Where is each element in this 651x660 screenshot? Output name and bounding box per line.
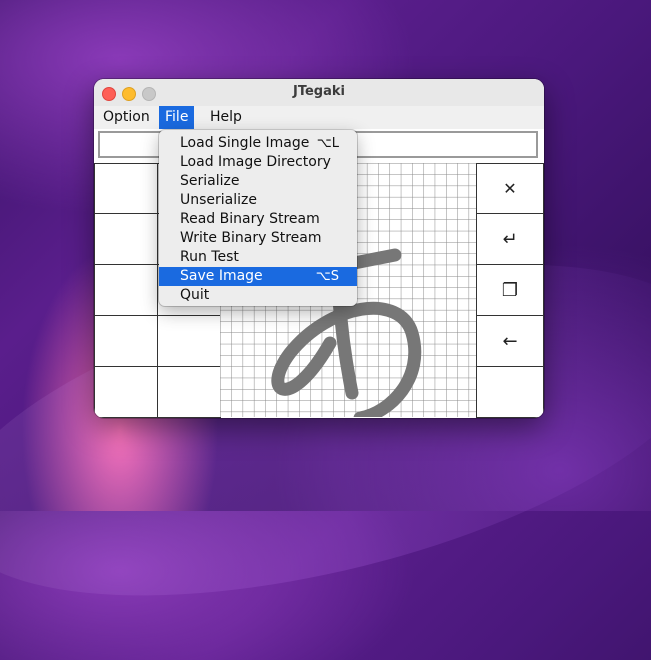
menu-item-quit[interactable]: Quit: [159, 286, 357, 305]
menu-item-label: Quit: [180, 287, 210, 303]
menu-item-save-image[interactable]: Save Image ⌥S: [159, 267, 357, 286]
menu-item-label: Write Binary Stream: [180, 230, 322, 246]
candidate-cell[interactable]: [94, 264, 158, 316]
candidate-cell[interactable]: [94, 213, 158, 265]
copy-icon: ❐: [501, 279, 519, 301]
close-icon: ✕: [503, 179, 517, 198]
menu-item-load-single-image[interactable]: Load Single Image ⌥L: [159, 134, 357, 153]
title-bar[interactable]: JTegaki: [94, 79, 544, 107]
shortcut-label: ⌥S: [315, 269, 339, 284]
candidate-cell[interactable]: [94, 163, 158, 214]
menu-option[interactable]: Option: [97, 106, 156, 129]
menu-item-label: Load Image Directory: [180, 154, 331, 170]
clear-button[interactable]: ✕: [476, 163, 544, 214]
window-title: JTegaki: [293, 84, 345, 99]
menu-item-label: Unserialize: [180, 192, 257, 208]
menu-bar: Option File Help: [94, 106, 544, 129]
menu-item-label: Load Single Image: [180, 135, 310, 151]
empty-button-cell: [476, 366, 544, 418]
menu-item-serialize[interactable]: Serialize: [159, 172, 357, 191]
backspace-button[interactable]: ←: [476, 315, 544, 367]
left-arrow-icon: ←: [502, 330, 518, 352]
menu-file[interactable]: File: [159, 106, 195, 129]
menu-item-unserialize[interactable]: Unserialize: [159, 191, 357, 210]
menu-item-label: Run Test: [180, 249, 239, 265]
candidate-cell[interactable]: [94, 315, 158, 367]
menu-help[interactable]: Help: [204, 106, 248, 129]
menu-item-read-binary-stream[interactable]: Read Binary Stream: [159, 210, 357, 229]
undo-button[interactable]: ↵: [476, 213, 544, 265]
candidate-cell[interactable]: [94, 366, 158, 418]
shortcut-label: ⌥L: [316, 136, 339, 151]
menu-item-write-binary-stream[interactable]: Write Binary Stream: [159, 229, 357, 248]
menu-item-label: Save Image: [180, 268, 263, 284]
candidate-cell[interactable]: [157, 315, 221, 367]
file-menu-dropdown: Load Single Image ⌥L Load Image Director…: [159, 130, 357, 306]
menu-item-label: Read Binary Stream: [180, 211, 320, 227]
return-arrow-icon: ↵: [502, 228, 518, 250]
menu-item-label: Serialize: [180, 173, 240, 189]
candidate-cell[interactable]: [157, 366, 221, 418]
copy-button[interactable]: ❐: [476, 264, 544, 316]
menu-item-run-test[interactable]: Run Test: [159, 248, 357, 267]
menu-item-load-image-directory[interactable]: Load Image Directory: [159, 153, 357, 172]
